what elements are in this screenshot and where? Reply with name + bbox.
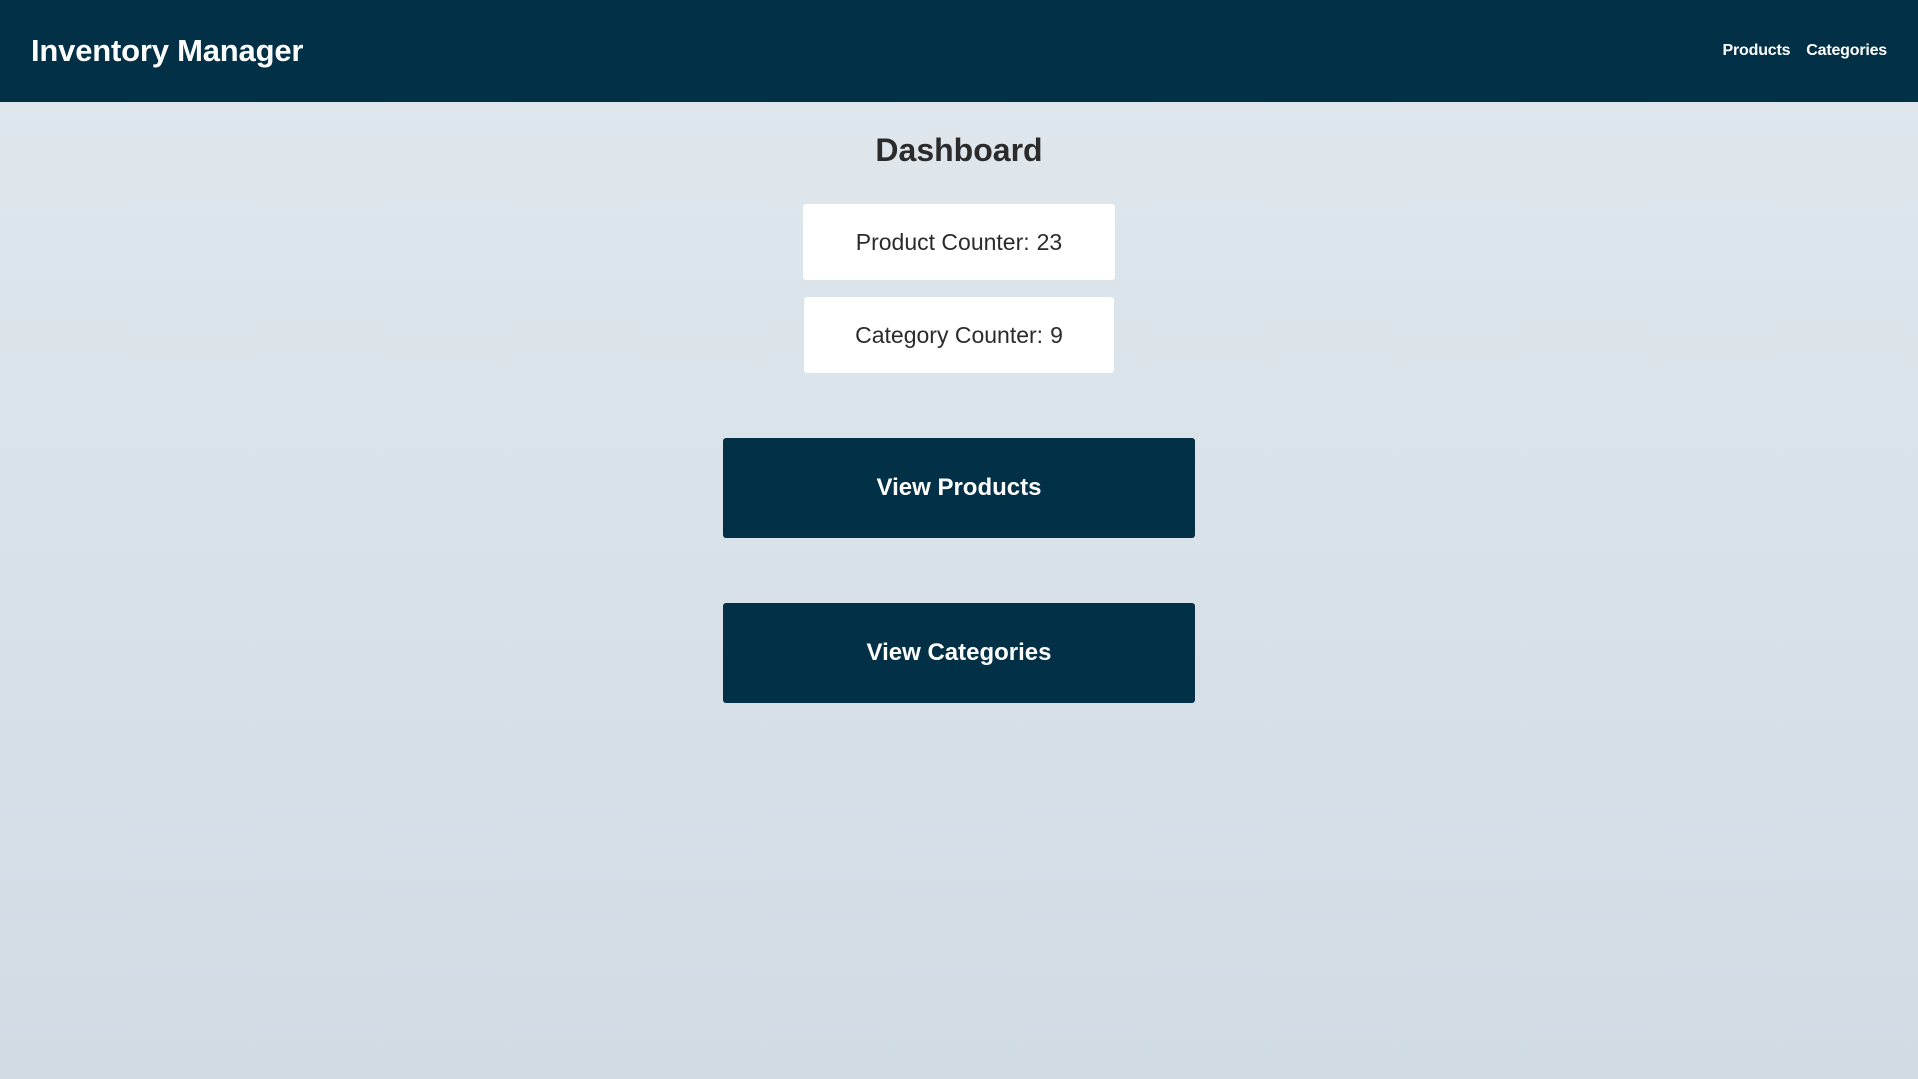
category-counter-card: Category Counter: 9 [804, 297, 1114, 373]
view-categories-button[interactable]: View Categories [723, 603, 1195, 703]
product-counter-value: 23 [1036, 228, 1063, 255]
top-navbar: Inventory Manager Products Categories [0, 0, 1918, 102]
page-title: Dashboard [875, 132, 1043, 168]
product-counter-label: Product Counter: [855, 228, 1030, 255]
nav-links: Products Categories [1723, 0, 1888, 102]
nav-link-categories[interactable]: Categories [1806, 42, 1887, 60]
product-counter-card: Product Counter: 23 [803, 204, 1115, 280]
category-counter-label: Category Counter: [855, 321, 1044, 348]
nav-link-products[interactable]: Products [1723, 42, 1791, 60]
app-title[interactable]: Inventory Manager [31, 0, 303, 102]
category-counter-value: 9 [1050, 321, 1063, 348]
view-products-button[interactable]: View Products [723, 438, 1195, 538]
